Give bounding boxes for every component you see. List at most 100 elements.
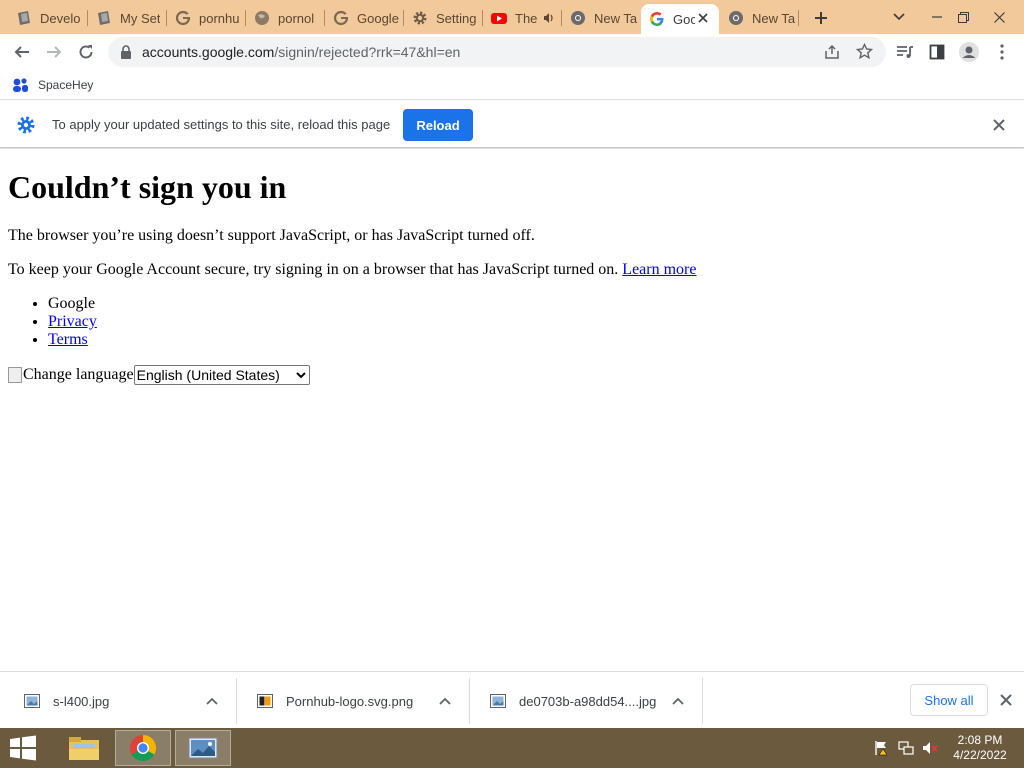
- image-file-icon: [490, 694, 506, 708]
- plus-icon: [815, 12, 827, 24]
- footer-links: Google Privacy Terms: [48, 295, 97, 349]
- reload-icon: [79, 45, 93, 59]
- footer-terms-item: Terms: [48, 331, 97, 349]
- menu-button[interactable]: [988, 38, 1016, 66]
- settings-infobar: To apply your updated settings to this s…: [0, 101, 1024, 148]
- chrome-icon: [570, 10, 586, 26]
- chevron-up-icon[interactable]: [204, 693, 220, 709]
- profile-button[interactable]: [955, 38, 983, 66]
- footer-google: Google: [48, 295, 97, 313]
- bookmark-star-icon[interactable]: [855, 42, 874, 65]
- close-tab-icon[interactable]: [695, 10, 711, 26]
- learn-more-link[interactable]: Learn more: [622, 261, 696, 278]
- tab-strip: Develo My Set pornhu pornol Google Setti…: [0, 0, 1024, 34]
- close-infobar-icon[interactable]: [990, 116, 1008, 134]
- tab-label: My Set: [120, 10, 161, 26]
- tab-label: Goc: [673, 11, 695, 27]
- action-center-flag-icon[interactable]: [874, 740, 890, 756]
- lock-icon[interactable]: [120, 45, 132, 64]
- tab-new-tab-2[interactable]: New Ta: [720, 4, 798, 32]
- download-filename: Pornhub-logo.svg.png: [286, 693, 414, 709]
- close-shelf-icon[interactable]: [998, 692, 1014, 708]
- spacehey-icon: [13, 78, 28, 92]
- reload-button[interactable]: Reload: [403, 109, 473, 141]
- tab-separator: [798, 10, 799, 26]
- taskbar-photos[interactable]: [175, 730, 231, 766]
- privacy-link[interactable]: Privacy: [48, 313, 97, 330]
- tab-google-active[interactable]: Goc: [641, 4, 719, 34]
- share-icon[interactable]: [824, 44, 840, 65]
- folder-icon: [69, 737, 99, 760]
- download-item[interactable]: Pornhub-logo.svg.png: [237, 678, 470, 724]
- restore-button[interactable]: [950, 5, 976, 29]
- tab-pornhu[interactable]: pornhu: [167, 4, 245, 32]
- photo-viewer-icon: [188, 737, 218, 759]
- chevron-up-icon[interactable]: [670, 693, 686, 709]
- minimize-button[interactable]: [924, 5, 950, 29]
- url-text[interactable]: accounts.google.com/signin/rejected?rrk=…: [142, 44, 460, 60]
- audio-playing-icon[interactable]: [543, 12, 555, 24]
- page-icon: [96, 10, 112, 26]
- bookmark-label: SpaceHey: [38, 78, 94, 92]
- download-item[interactable]: de0703b-a98dd54....jpg: [470, 678, 703, 724]
- download-item[interactable]: s-l400.jpg: [4, 678, 237, 724]
- tab-my-set[interactable]: My Set: [88, 4, 166, 32]
- infobar-message: To apply your updated settings to this s…: [52, 117, 391, 132]
- forward-arrow-icon: [47, 46, 62, 58]
- google-g-icon: [333, 10, 349, 26]
- tab-google[interactable]: Google: [325, 4, 403, 32]
- taskbar-file-explorer[interactable]: [56, 730, 112, 766]
- browser-window: Develo My Set pornhu pornol Google Setti…: [0, 0, 1024, 768]
- network-icon[interactable]: [898, 740, 914, 756]
- image-file-icon: [257, 694, 273, 708]
- tab-label: New Ta: [594, 10, 638, 26]
- chevron-up-icon[interactable]: [437, 693, 453, 709]
- system-clock[interactable]: 2:08 PM 4/22/2022: [944, 733, 1016, 763]
- volume-muted-icon[interactable]: [922, 740, 938, 756]
- back-button[interactable]: [8, 38, 36, 66]
- download-filename: de0703b-a98dd54....jpg: [519, 693, 657, 709]
- gear-icon: [412, 10, 428, 26]
- forward-button[interactable]: [40, 38, 68, 66]
- tab-new-tab[interactable]: New Ta: [562, 4, 640, 32]
- url-path: /signin/rejected?rrk=47&hl=en: [274, 44, 461, 60]
- tab-label: Develo: [40, 10, 81, 26]
- bookmark-spacehey[interactable]: SpaceHey: [12, 76, 93, 94]
- gear-icon: [16, 115, 36, 135]
- image-file-icon: [24, 694, 40, 708]
- restore-icon: [957, 11, 969, 23]
- media-control-button[interactable]: [891, 38, 919, 66]
- tab-the-youtube[interactable]: The: [483, 4, 561, 32]
- windows-logo-icon: [10, 735, 36, 761]
- footer-privacy-item: Privacy: [48, 313, 97, 331]
- show-all-button[interactable]: Show all: [910, 684, 988, 716]
- language-selected: English (United States): [136, 367, 280, 383]
- windows-taskbar: 2:08 PM 4/22/2022: [0, 728, 1024, 768]
- youtube-icon: [491, 10, 507, 26]
- taskbar-chrome[interactable]: [115, 730, 171, 766]
- side-panel-button[interactable]: [923, 38, 951, 66]
- clock-date: 4/22/2022: [953, 748, 1007, 762]
- address-bar[interactable]: accounts.google.com/signin/rejected?rrk=…: [108, 37, 886, 67]
- chevron-down-icon: [295, 371, 306, 378]
- tab-settings[interactable]: Setting: [404, 4, 482, 32]
- tab-search-button[interactable]: [886, 5, 912, 29]
- start-button[interactable]: [8, 734, 38, 762]
- chrome-icon: [129, 734, 157, 762]
- google-g-icon: [175, 10, 191, 26]
- side-panel-icon: [929, 44, 945, 60]
- tab-pornol[interactable]: pornol: [246, 4, 324, 32]
- minimize-icon: [932, 16, 942, 18]
- google-g-icon: [649, 11, 665, 27]
- language-select[interactable]: English (United States): [133, 365, 310, 385]
- kebab-menu-icon: [1000, 44, 1004, 60]
- close-window-button[interactable]: [986, 5, 1012, 29]
- avatar-icon: [959, 42, 979, 62]
- broken-image-icon: [8, 367, 22, 383]
- reload-page-button[interactable]: [72, 38, 100, 66]
- tab-label: pornol: [278, 10, 315, 26]
- tab-develo[interactable]: Develo: [8, 4, 86, 32]
- language-row: Change language English (United States): [8, 365, 310, 385]
- new-tab-button[interactable]: [808, 5, 834, 31]
- terms-link[interactable]: Terms: [48, 331, 88, 348]
